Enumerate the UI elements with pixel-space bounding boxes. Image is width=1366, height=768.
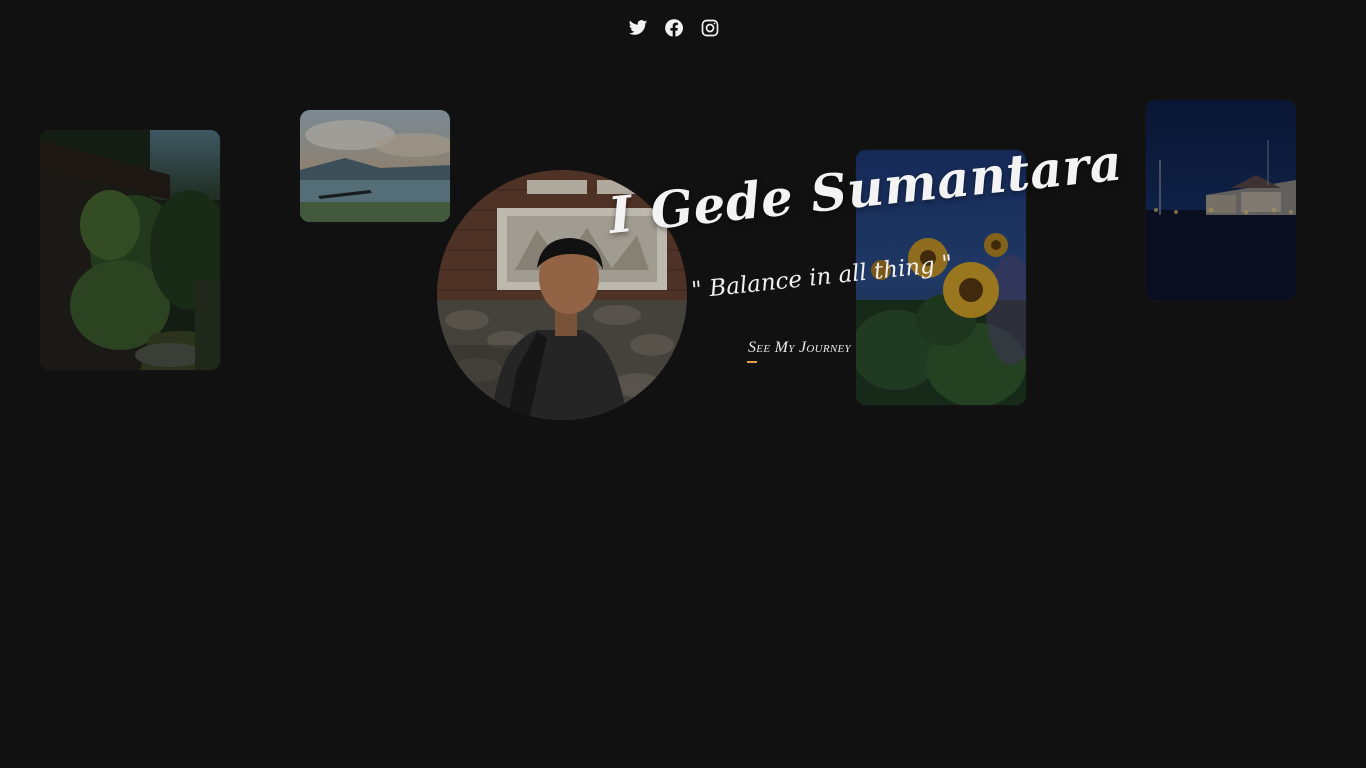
journey-link-underline bbox=[747, 361, 757, 363]
social-links bbox=[628, 18, 720, 40]
twitter-icon bbox=[628, 20, 648, 35]
street-photo bbox=[1146, 100, 1296, 300]
page: I Gede Sumantara " Balance in all thing … bbox=[0, 0, 1366, 768]
instagram-link[interactable] bbox=[700, 18, 720, 40]
facebook-icon bbox=[665, 19, 683, 37]
see-my-journey-link[interactable]: See My Journey bbox=[748, 339, 851, 357]
garden-photo bbox=[40, 130, 220, 370]
lake-photo bbox=[300, 110, 450, 222]
instagram-icon bbox=[701, 19, 719, 37]
twitter-link[interactable] bbox=[628, 18, 648, 40]
facebook-link[interactable] bbox=[664, 18, 684, 40]
